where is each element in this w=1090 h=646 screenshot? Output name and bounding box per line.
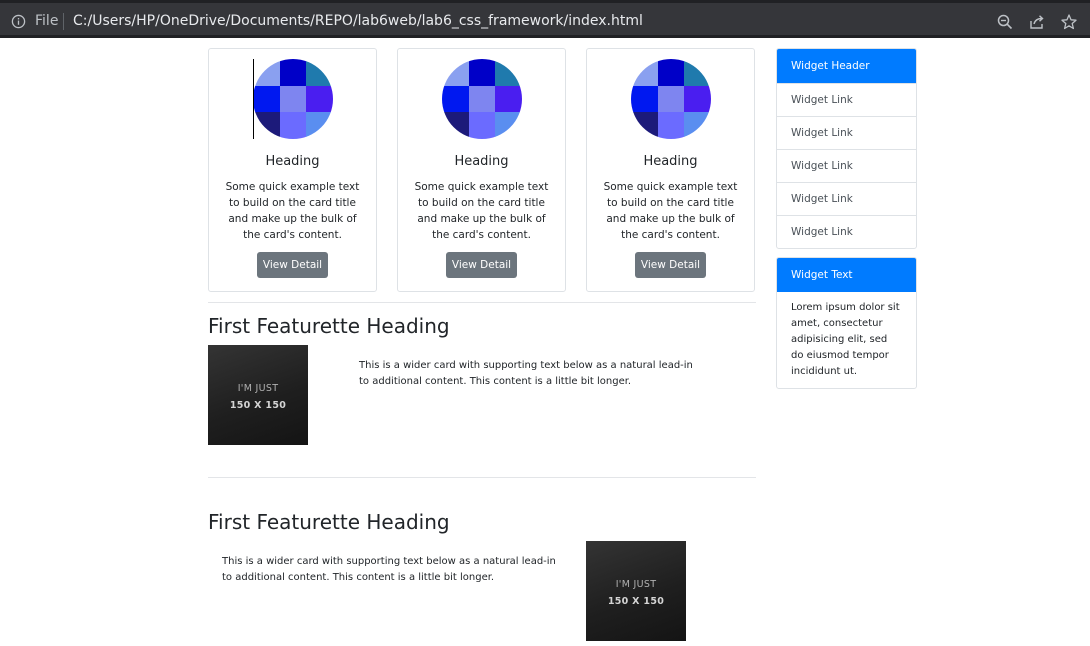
- image-tile: [657, 85, 685, 113]
- image-tile: [442, 112, 470, 139]
- image-tile: [657, 112, 685, 139]
- widget-link[interactable]: Widget Link: [777, 116, 916, 149]
- image-tile: [468, 85, 496, 113]
- view-detail-button[interactable]: View Detail: [446, 252, 517, 278]
- share-icon[interactable]: [1028, 13, 1046, 31]
- widget-text-header: Widget Text: [777, 258, 916, 292]
- address-separator: [63, 13, 64, 30]
- placeholder-image: I'M JUST 150 X 150: [586, 541, 686, 641]
- card-title: Heading: [265, 154, 320, 169]
- image-tile: [279, 85, 307, 113]
- image-tile: [442, 85, 470, 113]
- card-image: [442, 59, 522, 139]
- placeholder-line-2: 150 X 150: [229, 400, 287, 411]
- image-tile: [253, 85, 281, 113]
- image-tile: [442, 59, 470, 87]
- widget-link[interactable]: Widget Link: [777, 83, 916, 116]
- widget-link[interactable]: Widget Link: [777, 149, 916, 182]
- image-tile: [631, 112, 659, 139]
- widget-text-panel: Widget Text Lorem ipsum dolor sit amet, …: [776, 257, 917, 389]
- placeholder-image: I'M JUST 150 X 150: [208, 345, 308, 445]
- card-title: Heading: [454, 154, 509, 169]
- placeholder-line-1: I'M JUST: [237, 383, 279, 394]
- browser-toolbar: File C:/Users/HP/OneDrive/Documents/REPO…: [0, 0, 1090, 38]
- widget-link[interactable]: Widget Link: [777, 215, 916, 248]
- featurette-heading: First Featurette Heading: [208, 314, 450, 338]
- zoom-out-icon[interactable]: [996, 13, 1014, 31]
- image-tile: [684, 59, 711, 87]
- widget-header: Widget Header: [777, 49, 916, 83]
- featurette-heading: First Featurette Heading: [208, 510, 450, 534]
- address-bar[interactable]: File C:/Users/HP/OneDrive/Documents/REPO…: [0, 3, 1090, 35]
- image-tile: [495, 59, 522, 87]
- info-icon[interactable]: [11, 14, 26, 29]
- image-tile: [253, 112, 281, 139]
- featurette-text: This is a wider card with supporting tex…: [359, 360, 693, 387]
- image-tile: [631, 59, 659, 87]
- file-scheme-label: File: [35, 13, 59, 29]
- card-image: [253, 59, 333, 139]
- card-2: Heading Some quick example text to build…: [397, 48, 566, 292]
- view-detail-button[interactable]: View Detail: [257, 252, 328, 278]
- card-text: Some quick example text to build on the …: [414, 181, 549, 241]
- featurette-text: This is a wider card with supporting tex…: [222, 556, 556, 583]
- image-tile: [279, 112, 307, 139]
- divider: [208, 302, 756, 303]
- widget-link[interactable]: Widget Link: [777, 182, 916, 215]
- image-tile: [657, 59, 685, 87]
- placeholder-line-2: 150 X 150: [607, 596, 665, 607]
- card-text: Some quick example text to build on the …: [603, 181, 738, 241]
- card-image: [631, 59, 711, 139]
- widget-links-panel: Widget Header Widget Link Widget Link Wi…: [776, 48, 917, 249]
- card-3: Heading Some quick example text to build…: [586, 48, 755, 292]
- image-tile: [684, 85, 711, 113]
- image-tile: [253, 59, 281, 87]
- url-text[interactable]: C:/Users/HP/OneDrive/Documents/REPO/lab6…: [73, 13, 643, 29]
- text-cursor: [253, 59, 254, 139]
- image-tile: [468, 112, 496, 139]
- image-tile: [306, 112, 333, 139]
- image-tile: [684, 112, 711, 139]
- image-tile: [468, 59, 496, 87]
- image-tile: [279, 59, 307, 87]
- card-title: Heading: [643, 154, 698, 169]
- divider: [208, 477, 756, 478]
- star-icon[interactable]: [1060, 13, 1078, 31]
- image-tile: [306, 59, 333, 87]
- card-text: Some quick example text to build on the …: [225, 181, 360, 241]
- image-tile: [631, 85, 659, 113]
- image-tile: [306, 85, 333, 113]
- widget-text-body: Lorem ipsum dolor sit amet, consectetur …: [791, 302, 900, 377]
- placeholder-line-1: I'M JUST: [615, 579, 657, 590]
- view-detail-button[interactable]: View Detail: [635, 252, 706, 278]
- image-tile: [495, 85, 522, 113]
- image-tile: [495, 112, 522, 139]
- card-1: Heading Some quick example text to build…: [208, 48, 377, 292]
